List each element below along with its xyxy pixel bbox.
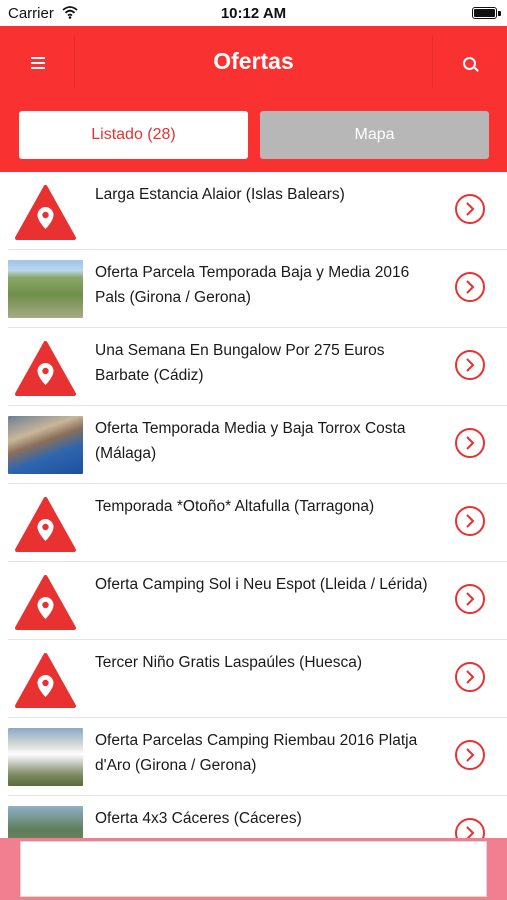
offer-title: Una Semana En Bungalow Por 275 Euros Bar… <box>95 342 385 384</box>
chevron-right-icon[interactable] <box>455 740 485 770</box>
offer-title: Oferta Parcela Temporada Baja y Media 20… <box>95 264 410 306</box>
offer-title: Oferta 4x3 Cáceres (Cáceres) <box>95 810 302 827</box>
list-item[interactable]: Oferta Parcelas Camping Riembau 2016 Pla… <box>8 718 507 796</box>
bottom-banner <box>0 838 507 900</box>
list-item[interactable]: Oferta Camping Sol i Neu Espot (Lleida /… <box>8 562 507 640</box>
list-item[interactable]: Tercer Niño Gratis Laspaúles (Huesca) <box>8 640 507 718</box>
app-header: Ofertas Listado (28) Mapa <box>0 26 507 172</box>
offer-title: Oferta Parcelas Camping Riembau 2016 Pla… <box>95 732 418 774</box>
chevron-right-icon[interactable] <box>455 662 485 692</box>
list-item[interactable]: Oferta Temporada Media y Baja Torrox Cos… <box>8 406 507 484</box>
offer-photo <box>8 260 83 318</box>
warning-pin-icon <box>8 182 83 240</box>
chevron-right-icon[interactable] <box>455 584 485 614</box>
offer-title: Temporada *Otoño* Altafulla (Tarragona) <box>95 498 375 515</box>
battery-icon <box>472 7 501 19</box>
page-title: Ofertas <box>213 48 294 74</box>
offer-title: Larga Estancia Alaior (Islas Balears) <box>95 186 345 203</box>
status-bar: Carrier 10:12 AM <box>0 0 507 26</box>
warning-pin-icon <box>8 650 83 708</box>
warning-pin-icon <box>8 338 83 396</box>
offer-title: Tercer Niño Gratis Laspaúles (Huesca) <box>95 654 363 671</box>
list-item[interactable]: Temporada *Otoño* Altafulla (Tarragona) <box>8 484 507 562</box>
list-item[interactable]: Larga Estancia Alaior (Islas Balears) <box>8 172 507 250</box>
offer-title: Oferta Camping Sol i Neu Espot (Lleida /… <box>95 576 428 593</box>
clock: 10:12 AM <box>220 5 287 22</box>
offer-title: Oferta Temporada Media y Baja Torrox Cos… <box>95 420 406 462</box>
list-item[interactable]: Oferta Parcela Temporada Baja y Media 20… <box>8 250 507 328</box>
search-button[interactable] <box>432 36 507 88</box>
tab-mapa[interactable]: Mapa <box>260 111 489 159</box>
offers-list: Larga Estancia Alaior (Islas Balears) Of… <box>0 172 507 874</box>
chevron-right-icon[interactable] <box>455 506 485 536</box>
chevron-right-icon[interactable] <box>455 350 485 380</box>
warning-pin-icon <box>8 572 83 630</box>
chevron-right-icon[interactable] <box>455 428 485 458</box>
chevron-right-icon[interactable] <box>455 272 485 302</box>
offer-photo <box>8 416 83 474</box>
ad-placeholder[interactable] <box>20 841 487 897</box>
warning-pin-icon <box>8 494 83 552</box>
list-item[interactable]: Una Semana En Bungalow Por 275 Euros Bar… <box>8 328 507 406</box>
chevron-right-icon[interactable] <box>455 194 485 224</box>
offer-photo <box>8 728 83 786</box>
tab-listado[interactable]: Listado (28) <box>19 111 248 159</box>
